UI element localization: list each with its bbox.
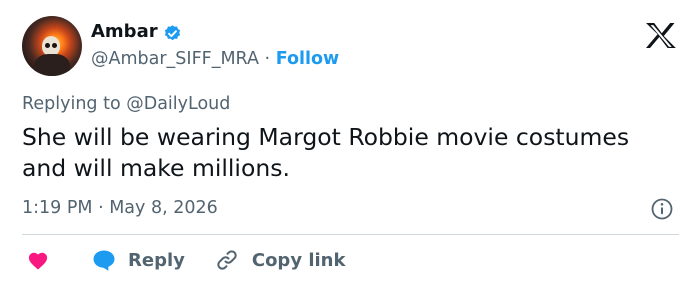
- reply-label: Reply: [128, 249, 185, 271]
- tweet-text: She will be wearing Margot Robbie movie …: [22, 123, 630, 182]
- divider: [22, 234, 679, 235]
- like-button[interactable]: [27, 250, 49, 270]
- link-icon: [217, 250, 237, 270]
- author-display-name[interactable]: Ambar: [91, 21, 158, 43]
- avatar[interactable]: [22, 16, 82, 76]
- copy-link-label: Copy link: [251, 249, 346, 271]
- reply-button[interactable]: Reply: [92, 249, 185, 271]
- handle-separator: ·: [264, 49, 271, 69]
- copy-link-button[interactable]: Copy link: [215, 248, 346, 272]
- author-handle-row: @Ambar_SIFF_MRA · Follow: [91, 48, 339, 70]
- avatar-skull-shape: [42, 36, 60, 56]
- author-handle[interactable]: @Ambar_SIFF_MRA: [91, 49, 259, 69]
- speech-bubble-icon: [93, 250, 115, 271]
- avatar-figure-shape: [34, 54, 70, 76]
- x-logo-icon[interactable]: [645, 22, 677, 49]
- tweet-timestamp[interactable]: 1:19 PM · May 8, 2026: [22, 197, 218, 219]
- heart-icon: [28, 252, 48, 270]
- verified-badge-icon: [164, 25, 181, 41]
- follow-button[interactable]: Follow: [276, 49, 339, 69]
- action-bar: Reply Copy link: [22, 247, 345, 273]
- reply-context[interactable]: Replying to @DailyLoud: [22, 93, 230, 115]
- info-icon[interactable]: [650, 197, 674, 221]
